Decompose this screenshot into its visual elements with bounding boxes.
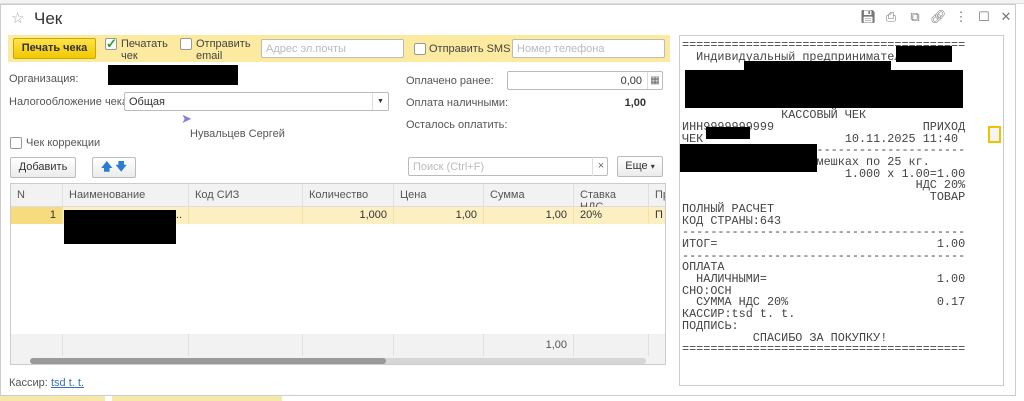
row-price[interactable]: 1,00 [394,207,484,224]
receipt-line: ПОДПИСЬ: [682,318,739,333]
phone-input[interactable]: Номер телефона [512,39,665,58]
link-icon[interactable]: 🔗︎ [930,9,947,25]
column-header-siz[interactable]: Код СИЗ [189,184,303,207]
correction-label: Чек коррекции [26,137,101,149]
receipt-line: ---------------------------------------- [682,248,966,263]
items-table: N Наименование Код СИЗ Количество Цена С… [10,183,666,365]
cash-value: 1,00 [624,97,646,109]
footer-cell [574,334,649,356]
receipt-marker[interactable] [988,126,1001,143]
column-header-sum[interactable]: Сумма [484,184,574,207]
dropdown-icon[interactable]: ▼ [372,93,388,110]
footer-cell [303,334,394,356]
column-header-n[interactable]: N [11,184,63,207]
redacted [680,144,817,172]
column-header-qty[interactable]: Количество [303,184,394,207]
email-input[interactable]: Адрес эл.почты [261,39,404,58]
column-header-vat[interactable]: Ставка НДС [574,184,649,213]
paid-before-value: 0,00 [620,75,642,87]
row-pr[interactable]: П [649,207,665,224]
maximize-icon[interactable]: ☐ [976,9,992,25]
paid-before-label: Оплачено ранее: [406,75,494,87]
footer-cell [649,334,665,356]
more-button[interactable]: Еще ▾ [617,156,663,177]
print-check-label: Печатать чек [121,38,168,62]
remaining-label: Осталось оплатить: [406,119,508,131]
close-icon[interactable]: ✕ [998,9,1014,25]
print-check-checkbox[interactable]: ✓ [105,37,117,50]
preview-icon[interactable]: ⧉ [907,9,923,25]
cursor-icon: ➤ [181,111,192,126]
cashier-label: Кассир: [9,377,48,389]
redacted [706,127,750,139]
print-check-button[interactable]: Печать чека [13,38,96,59]
row-siz[interactable] [189,207,303,224]
column-header-price[interactable]: Цена [394,184,484,207]
chevron-down-icon: ▾ [650,162,655,171]
row-vat[interactable]: 20% [574,207,649,224]
clear-search-icon[interactable]: × [592,157,609,176]
move-buttons: 🡅 🡇 [92,157,136,178]
footer-cell [63,334,189,356]
more-label: Еще [625,160,648,172]
footer-cell [394,334,484,356]
name-redacted [64,210,176,244]
footer-sum: 1,00 [484,334,574,356]
row-n[interactable]: 1 [11,207,63,224]
footer-cell [11,334,63,356]
redacted [896,46,952,62]
star-icon[interactable]: ☆ [11,9,24,27]
row-qty[interactable]: 1,000 [303,207,394,224]
receipt-line: ПОЛНЫЙ РАСЧЕТ [682,201,775,216]
more-icon[interactable]: ⋮ [953,9,969,25]
paid-before-input[interactable]: 0,00 ▦ [507,71,663,90]
send-sms-label: Отправить SMS [429,43,511,55]
receipt-line: ======================================== [682,342,966,357]
row-sum[interactable]: 1,00 [484,207,574,224]
organization-label: Организация: [9,73,79,85]
taxation-value: Общая [129,96,165,108]
organization-redacted [108,65,238,85]
column-header-name[interactable]: Наименование [63,184,189,207]
background-strip [0,396,105,401]
add-button[interactable]: Добавить [10,157,76,178]
correction-checkbox[interactable] [10,137,22,149]
taxation-label: Налогообложение чека: [9,96,132,108]
print-icon[interactable]: ⎙ [883,9,899,25]
column-header-pr[interactable]: Пр [649,184,665,207]
move-down-icon[interactable]: 🡇 [116,161,127,173]
send-email-label: Отправить email [196,38,251,62]
scrollbar-thumb[interactable] [30,358,386,364]
taxation-select[interactable]: Общая ▼ [124,92,389,111]
redacted [685,70,963,108]
receipt-preview: ========================================… [679,35,1004,386]
cash-label: Оплата наличными: [406,97,509,109]
move-up-icon[interactable]: 🡅 [101,161,112,173]
horizontal-scrollbar[interactable] [11,356,665,364]
background-strip [112,396,282,401]
search-input[interactable]: Поиск (Ctrl+F) [408,157,608,176]
cursor-tooltip: Нувальцев Сергей [190,128,285,140]
send-email-checkbox[interactable] [180,38,192,50]
calculator-icon[interactable]: ▦ [647,72,662,89]
window-title: Чек [34,9,63,28]
footer-cell [189,334,303,356]
send-sms-checkbox[interactable] [414,43,426,55]
cashier-link[interactable]: tsd t. t. [51,377,84,389]
save-icon[interactable]: 💾︎ [860,9,877,25]
